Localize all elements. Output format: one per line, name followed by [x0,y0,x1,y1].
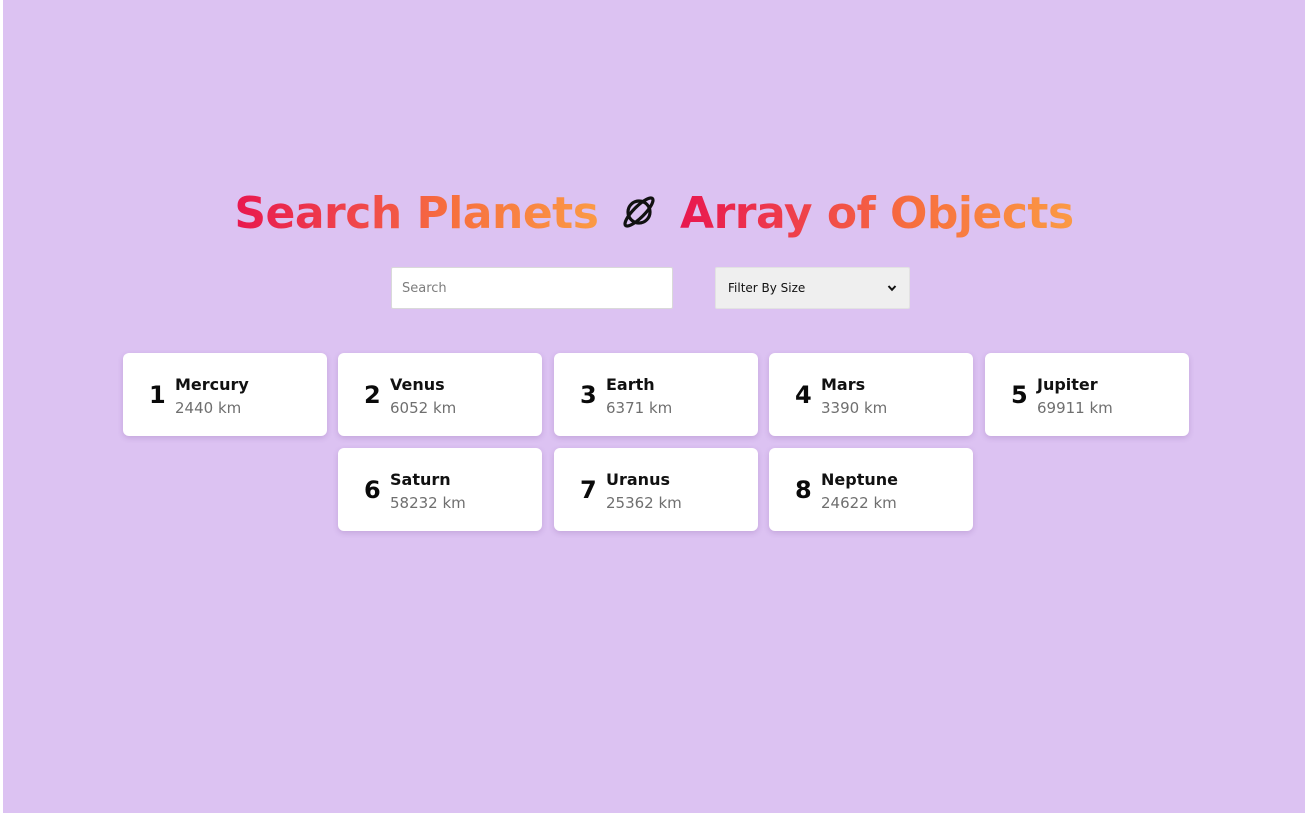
planet-name: Mercury [175,375,249,394]
planet-card[interactable]: 5 Jupiter 69911 km [985,353,1189,436]
planet-name: Uranus [606,470,670,489]
planet-name: Mars [821,375,866,394]
planet-size: 6371 km [606,399,673,417]
title-search-planets: Search Planets [234,188,599,239]
planet-size: 69911 km [1037,399,1113,417]
page-title: Search Planets Array of Objects [3,188,1305,239]
planet-size: 24622 km [821,494,897,512]
planet-size: 25362 km [606,494,682,512]
planet-number: 7 [580,476,597,504]
planet-number: 6 [364,476,381,504]
planet-card[interactable]: 6 Saturn 58232 km [338,448,542,531]
planet-size: 58232 km [390,494,466,512]
planet-icon [623,196,655,228]
search-input[interactable] [391,267,673,309]
planet-name: Neptune [821,470,898,489]
planet-card[interactable]: 4 Mars 3390 km [769,353,973,436]
planet-name: Venus [390,375,445,394]
planet-number: 3 [580,381,597,409]
filter-by-size-select[interactable]: Filter By Size [715,267,910,309]
planet-size: 2440 km [175,399,242,417]
planet-card[interactable]: 8 Neptune 24622 km [769,448,973,531]
chevron-down-icon [887,285,897,292]
title-array-of-objects: Array of Objects [680,188,1074,239]
planet-number: 2 [364,381,381,409]
planet-name: Jupiter [1037,375,1098,394]
filter-selected-label: Filter By Size [728,281,806,295]
planet-size: 3390 km [821,399,888,417]
planet-card[interactable]: 2 Venus 6052 km [338,353,542,436]
planet-number: 8 [795,476,812,504]
controls-bar: Filter By Size [3,267,1305,309]
planet-card[interactable]: 1 Mercury 2440 km [123,353,327,436]
planet-number: 1 [149,381,166,409]
planet-card[interactable]: 3 Earth 6371 km [554,353,758,436]
planet-number: 5 [1011,381,1028,409]
planet-size: 6052 km [390,399,457,417]
planet-number: 4 [795,381,812,409]
planet-name: Saturn [390,470,451,489]
planet-name: Earth [606,375,655,394]
planet-card[interactable]: 7 Uranus 25362 km [554,448,758,531]
